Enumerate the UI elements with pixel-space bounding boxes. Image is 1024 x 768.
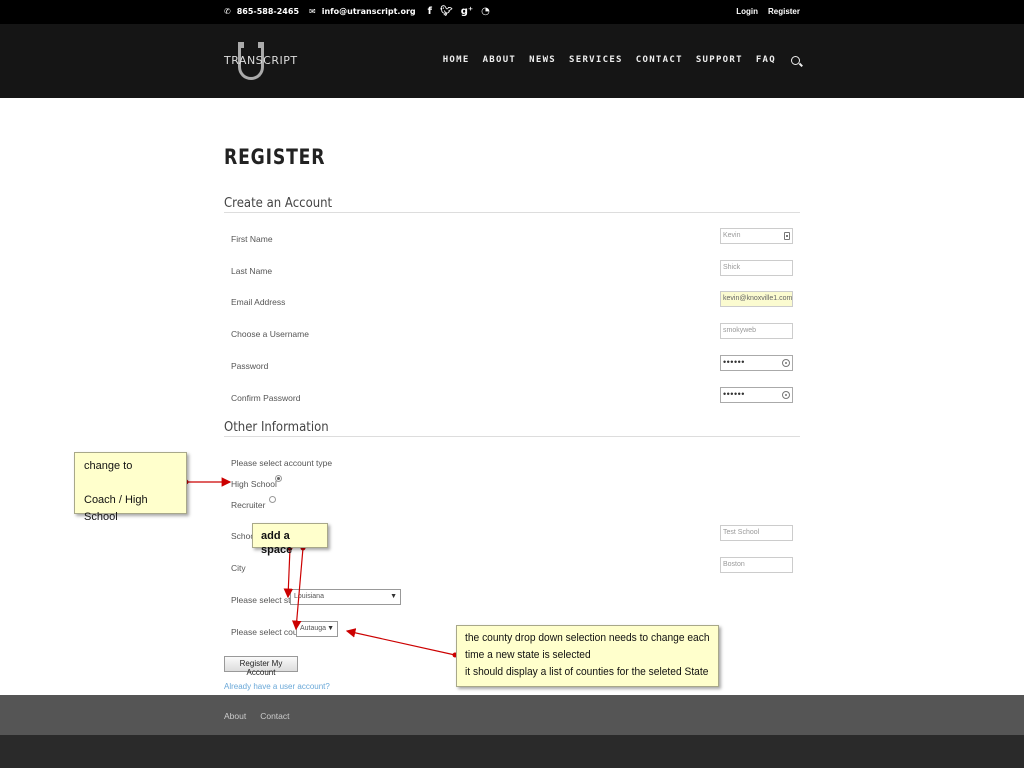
annotation-note-add-space-text: add a space [261,530,293,556]
annotation-note-county-line2: time a new state is selected [465,649,591,661]
username-label: Choose a Username [231,329,309,339]
username-input[interactable]: smokyweb [720,323,793,339]
state-dropdown-arrow-icon: ▼ [390,593,397,600]
annotation-note-account-type: change to Coach / High School [74,452,187,523]
nav-news[interactable]: NEWS [529,55,556,65]
annotation-note-add-space: add a space [252,523,328,556]
arrow-county-dropdown [345,628,458,658]
phone-icon: ✆ [224,7,231,16]
username-value: smokyweb [723,327,757,334]
existing-account-link[interactable]: Already have a user account? [224,682,330,691]
nav-about[interactable]: ABOUT [483,55,517,65]
password-input[interactable]: •••••• [720,355,793,371]
account-type-recruiter-label: Recruiter [231,500,266,510]
city-input[interactable]: Boston [720,557,793,573]
account-type-label: Please select account type [231,458,333,468]
register-account-button[interactable]: Register My Account [224,656,298,677]
footer-bottom-bar [0,735,1024,768]
password-reveal-icon[interactable] [782,359,790,367]
site-footer: About Contact [0,695,1024,735]
site-logo[interactable]: TRANSCRIPT [224,40,297,84]
first-name-input[interactable]: Kevin [720,228,793,244]
arrow-account-type [183,477,232,487]
annotation-note-county-line1: the county drop down selection needs to … [465,632,710,644]
nav-support[interactable]: SUPPORT [696,55,743,65]
account-links: Login Register [736,7,800,16]
footer-links: About Contact [224,711,290,721]
last-name-input[interactable]: Shick [720,260,793,276]
google-plus-icon[interactable]: g⁺ [461,6,473,17]
nav-home[interactable]: HOME [443,55,470,65]
phone-number[interactable]: 865-588-2465 [237,7,299,16]
last-name-value: Shick [723,264,741,271]
county-value: Autauga [300,625,327,632]
state-select[interactable]: Louisiana ▼ [290,589,401,605]
contact-info: ✆ 865-588-2465 ✉ info@utranscript.org f … [224,6,490,17]
search-icon[interactable] [791,55,800,65]
logo-text: TRANSCRIPT [224,54,298,67]
email-value: kevin@knoxville1.com [723,295,793,302]
social-links: f 🐦︎ g⁺ ◔ [428,6,490,17]
email-icon: ✉ [309,7,316,16]
email-input[interactable]: kevin@knoxville1.com [720,291,793,307]
annotation-note-county: the county drop down selection needs to … [456,625,719,687]
footer-about-link[interactable]: About [224,711,246,721]
facebook-icon[interactable]: f [428,6,432,17]
section-create-account: Create an Account [224,196,800,213]
top-bar: ✆ 865-588-2465 ✉ info@utranscript.org f … [0,0,1024,24]
twitter-icon[interactable]: 🐦︎ [440,6,453,17]
city-value: Boston [723,561,745,568]
confirm-password-value: •••••• [723,389,745,399]
email-address[interactable]: info@utranscript.org [322,7,416,16]
school-value: Test School [723,529,760,536]
site-header: TRANSCRIPT HOME ABOUT NEWS SERVICES CONT… [0,24,1024,98]
login-link[interactable]: Login [736,7,758,16]
footer-contact-link[interactable]: Contact [260,711,289,721]
county-select[interactable]: Autauga ▼ [296,621,338,637]
state-value: Louisiana [294,593,324,600]
account-type-high-school-radio[interactable] [275,475,282,482]
first-name-value: Kevin [723,232,741,239]
school-input[interactable]: Test School [720,525,793,541]
first-name-label: First Name [231,234,273,244]
confirm-password-label: Confirm Password [231,393,301,403]
password-manager-icon[interactable] [784,232,790,240]
page-title: REGISTER [224,145,326,169]
county-dropdown-arrow-icon: ▼ [327,625,334,632]
account-type-recruiter-radio[interactable] [269,496,276,503]
arrow-add-space [283,545,306,631]
annotation-note-account-type-line2: Coach / High School [84,494,148,523]
confirm-password-reveal-icon[interactable] [782,391,790,399]
annotation-note-county-line3: it should display a list of counties for… [465,666,709,678]
account-type-high-school-label: High School [231,479,277,489]
section-create-account-title: Create an Account [224,196,333,211]
confirm-password-input[interactable]: •••••• [720,387,793,403]
password-label: Password [231,361,269,371]
nav-contact[interactable]: CONTACT [636,55,683,65]
section-other-information-title: Other Information [224,420,329,435]
register-link[interactable]: Register [768,7,800,16]
nav-services[interactable]: SERVICES [569,55,623,65]
city-label: City [231,563,246,573]
main-nav: HOME ABOUT NEWS SERVICES CONTACT SUPPORT… [443,55,800,65]
nav-faq[interactable]: FAQ [756,55,776,65]
section-other-information: Other Information [224,420,800,437]
rss-icon[interactable]: ◔ [481,6,490,17]
annotation-note-account-type-line1: change to [84,460,133,472]
last-name-label: Last Name [231,266,273,276]
email-label: Email Address [231,297,286,307]
password-value: •••••• [723,357,745,367]
